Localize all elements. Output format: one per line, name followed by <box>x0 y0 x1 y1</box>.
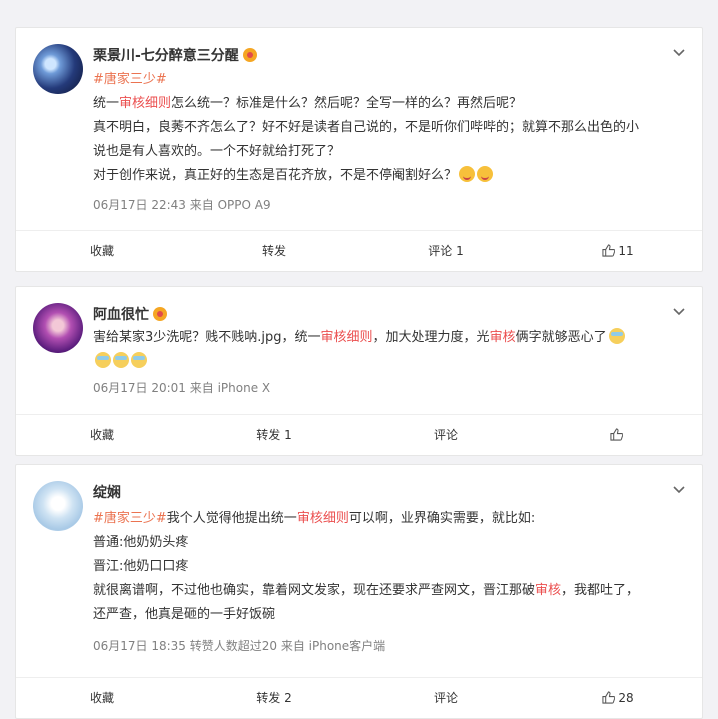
content-text: 统一 <box>93 96 120 111</box>
content-line <box>93 350 682 374</box>
content-text: 俩字就够恶心了 <box>515 330 607 345</box>
content-line: #唐家三少#我个人觉得他提出统一审核细则可以啊，业界确实需要，就比如: <box>93 507 682 531</box>
keyword-highlight[interactable]: 审核 <box>535 583 561 598</box>
like-button[interactable]: 28 <box>532 678 704 718</box>
content-line: 普通:他奶奶头疼 <box>93 531 682 555</box>
like-count: 11 <box>618 244 634 258</box>
chevron-down-icon[interactable] <box>672 46 686 60</box>
post-content: #唐家三少#我个人觉得他提出统一审核细则可以啊，业界确实需要，就比如: 普通:他奶… <box>93 507 682 627</box>
keyword-highlight[interactable]: 审核细则 <box>321 330 373 345</box>
like-count: 28 <box>618 691 634 705</box>
post-card: 栗景川-七分醉意三分醒 #唐家三少# 统一审核细则怎么统一？标准是什么？然后呢？全… <box>15 27 703 272</box>
content-text: 晋江:他奶口口疼 <box>93 559 189 574</box>
weibo-feed: 栗景川-七分醉意三分醒 #唐家三少# 统一审核细则怎么统一？标准是什么？然后呢？全… <box>0 0 718 719</box>
avatar[interactable] <box>33 303 83 353</box>
username-text[interactable]: 栗景川-七分醉意三分醒 <box>93 48 239 64</box>
content-text: 可以啊，业界确实需要，就比如: <box>348 511 536 526</box>
hashtag-link[interactable]: #唐家三少# <box>93 511 167 526</box>
thumbs-up-icon <box>602 691 616 704</box>
content-text: 还严查，他真是砸的一手好饭碗 <box>93 607 276 622</box>
content-text: ，我都吐了， <box>561 583 640 598</box>
keyword-highlight[interactable]: 审核细则 <box>297 511 349 526</box>
emoji-icon <box>113 352 129 368</box>
content-line: 晋江:他奶口口疼 <box>93 555 682 579</box>
keyword-highlight[interactable]: 审核 <box>490 330 516 345</box>
post-content: 害给某家3少洗呢？贱不贱呐.jpg，统一审核细则，加大处理力度，光审核俩字就够恶… <box>93 326 682 374</box>
action-bar: 收藏 转发 评论 1 11 <box>16 230 702 271</box>
hashtag-link[interactable]: #唐家三少# <box>93 72 167 87</box>
action-bar: 收藏 转发 2 评论 28 <box>16 677 702 718</box>
content-line: 对于创作来说，真正好的生态是百花齐放，不是不停阉割好么？ <box>93 164 682 188</box>
repost-button[interactable]: 转发 2 <box>188 678 360 718</box>
like-button[interactable] <box>532 415 704 455</box>
content-text: ，加大处理力度，光 <box>372 330 490 345</box>
content-line: 还严查，他真是砸的一手好饭碗 <box>93 603 682 627</box>
favorite-button[interactable]: 收藏 <box>16 231 188 271</box>
username[interactable]: 栗景川-七分醉意三分醒 <box>93 45 257 65</box>
post-meta: 06月17日 22:43 来自 OPPO A9 <box>93 198 271 212</box>
favorite-button[interactable]: 收藏 <box>16 678 188 718</box>
repost-button[interactable]: 转发 <box>188 231 360 271</box>
emoji-icon <box>477 166 494 182</box>
post-card: 绽娴 #唐家三少#我个人觉得他提出统一审核细则可以啊，业界确实需要，就比如: 普通… <box>15 464 703 719</box>
username-text[interactable]: 阿血很忙 <box>93 307 149 323</box>
like-button[interactable]: 11 <box>532 231 704 271</box>
post-meta: 06月17日 20:01 来自 iPhone X <box>93 381 271 395</box>
content-text: 真不明白，良莠不齐怎么了？好不好是读者自己说的，不是听你们哔哔的；就算不那么出色… <box>93 120 640 135</box>
content-text: 怎么统一？标准是什么？然后呢？全写一样的么？再然后呢？ <box>171 96 523 111</box>
post-card: 阿血很忙 害给某家3少洗呢？贱不贱呐.jpg，统一审核细则，加大处理力度，光审核… <box>15 286 703 456</box>
content-line: 说也是有人喜欢的。一个不好就给打死了？ <box>93 140 682 164</box>
keyword-highlight[interactable]: 审核细则 <box>119 96 171 111</box>
username-text[interactable]: 绽娴 <box>93 485 121 501</box>
content-text: 就很离谱啊，不过他也确实，靠着网文发家，现在还要求严查网文，晋江那破 <box>93 583 536 598</box>
comment-button[interactable]: 评论 1 <box>360 231 532 271</box>
username[interactable]: 绽娴 <box>93 482 121 502</box>
avatar[interactable] <box>33 481 83 531</box>
chevron-down-icon[interactable] <box>672 483 686 497</box>
thumbs-up-icon <box>602 244 616 257</box>
emoji-icon <box>95 352 111 368</box>
action-bar: 收藏 转发 1 评论 <box>16 414 702 455</box>
content-text: 普通:他奶奶头疼 <box>93 535 189 550</box>
vip-crown-icon <box>242 48 257 62</box>
comment-button[interactable]: 评论 <box>360 415 532 455</box>
post-meta: 06月17日 18:35 转赞人数超过20 来自 iPhone客户端 <box>93 639 386 653</box>
content-line: 害给某家3少洗呢？贱不贱呐.jpg，统一审核细则，加大处理力度，光审核俩字就够恶… <box>93 326 682 350</box>
comment-button[interactable]: 评论 <box>360 678 532 718</box>
content-text: 害给某家3少洗呢？贱不贱呐.jpg，统一 <box>93 330 321 345</box>
vip-crown-icon <box>153 307 167 321</box>
content-line: 真不明白，良莠不齐怎么了？好不好是读者自己说的，不是听你们哔哔的；就算不那么出色… <box>93 116 682 140</box>
content-text: 说也是有人喜欢的。一个不好就给打死了？ <box>93 144 341 159</box>
emoji-icon <box>131 352 147 368</box>
chevron-down-icon[interactable] <box>672 305 686 319</box>
repost-button[interactable]: 转发 1 <box>188 415 360 455</box>
avatar[interactable] <box>33 44 83 94</box>
emoji-icon <box>608 328 625 344</box>
emoji-icon <box>459 166 476 182</box>
content-text: 对于创作来说，真正好的生态是百花齐放，不是不停阉割好么？ <box>93 168 458 183</box>
username[interactable]: 阿血很忙 <box>93 304 167 324</box>
post-content: #唐家三少# 统一审核细则怎么统一？标准是什么？然后呢？全写一样的么？再然后呢？ 真… <box>93 68 682 188</box>
thumbs-up-icon <box>610 428 623 441</box>
content-text: 我个人觉得他提出统一 <box>166 511 297 526</box>
content-line: 统一审核细则怎么统一？标准是什么？然后呢？全写一样的么？再然后呢？ <box>93 92 682 116</box>
favorite-button[interactable]: 收藏 <box>16 415 188 455</box>
content-line: #唐家三少# <box>93 68 682 92</box>
content-line: 就很离谱啊，不过他也确实，靠着网文发家，现在还要求严查网文，晋江那破审核，我都吐… <box>93 579 682 603</box>
